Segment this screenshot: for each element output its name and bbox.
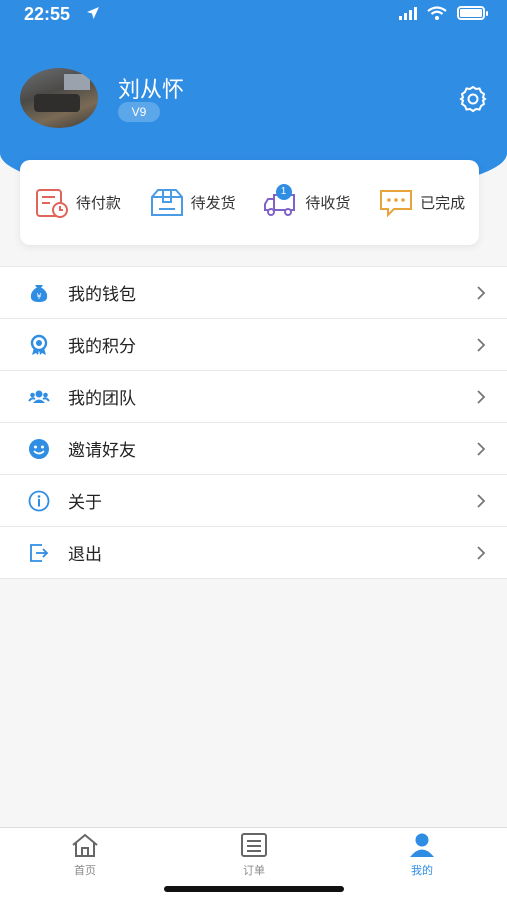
chevron-right-icon (477, 442, 486, 456)
menu-item-about[interactable]: 关于 (0, 475, 507, 527)
order-pending-receipt[interactable]: 1 待收货 (250, 160, 365, 245)
menu-label: 退出 (68, 545, 102, 564)
menu-item-points[interactable]: 我的积分 (0, 319, 507, 371)
chevron-right-icon (477, 338, 486, 352)
avatar[interactable] (20, 68, 98, 128)
home-indicator (164, 886, 344, 892)
invite-icon (29, 439, 49, 459)
menu-label: 我的团队 (68, 389, 136, 408)
orders-icon (241, 833, 267, 857)
battery-icon (457, 6, 488, 20)
profile-icon (410, 833, 434, 857)
menu-label: 我的积分 (68, 337, 136, 356)
logout-icon (30, 544, 49, 562)
menu-label: 我的钱包 (68, 285, 136, 304)
order-label: 待发货 (190, 195, 236, 212)
tab-label: 订单 (243, 865, 265, 877)
pending-receipt-count-badge: 1 (275, 184, 292, 200)
tab-home[interactable]: 首页 (25, 832, 145, 878)
order-pending-payment[interactable]: 待付款 (20, 160, 135, 245)
pending-shipment-icon (150, 188, 183, 216)
tab-label: 我的 (411, 865, 433, 877)
chevron-right-icon (477, 494, 486, 508)
svg-text:¥: ¥ (36, 292, 41, 301)
menu-label: 邀请好友 (68, 441, 136, 460)
profile-menu: ¥ 我的钱包 我的积分 我的团队 邀请好友 关于 退出 (0, 266, 507, 579)
home-icon (72, 833, 98, 857)
order-label: 待收货 (305, 195, 351, 212)
tab-orders[interactable]: 订单 (194, 832, 314, 878)
completed-icon (380, 189, 413, 217)
status-indicators (399, 6, 488, 20)
order-completed[interactable]: 已完成 (364, 160, 479, 245)
info-icon (28, 490, 50, 512)
status-time: 22:55 (24, 4, 71, 24)
wallet-icon: ¥ (30, 285, 48, 302)
chevron-right-icon (477, 390, 486, 404)
team-icon (28, 390, 50, 403)
settings-gear-icon[interactable] (458, 84, 488, 114)
chevron-right-icon (477, 286, 486, 300)
level-badge: V9 (118, 102, 160, 122)
menu-label: 关于 (68, 493, 102, 512)
tab-label: 首页 (74, 865, 96, 877)
order-label: 已完成 (420, 195, 466, 212)
status-bar: 22:55 (0, 0, 507, 32)
order-pending-shipment[interactable]: 待发货 (135, 160, 250, 245)
tab-profile[interactable]: 我的 (362, 832, 482, 878)
menu-item-team[interactable]: 我的团队 (0, 371, 507, 423)
menu-item-logout[interactable]: 退出 (0, 527, 507, 579)
pending-payment-icon (35, 188, 68, 218)
cellular-signal-icon (399, 6, 417, 20)
order-label: 待付款 (75, 195, 121, 212)
chevron-right-icon (477, 546, 486, 560)
user-name: 刘从怀 (118, 77, 185, 102)
wifi-icon (427, 6, 447, 20)
points-icon (30, 334, 48, 355)
order-status-card: 待付款 待发货 1 待收货 已完成 (20, 160, 479, 245)
menu-item-invite[interactable]: 邀请好友 (0, 423, 507, 475)
location-arrow-icon (87, 7, 99, 19)
menu-item-wallet[interactable]: ¥ 我的钱包 (0, 267, 507, 319)
